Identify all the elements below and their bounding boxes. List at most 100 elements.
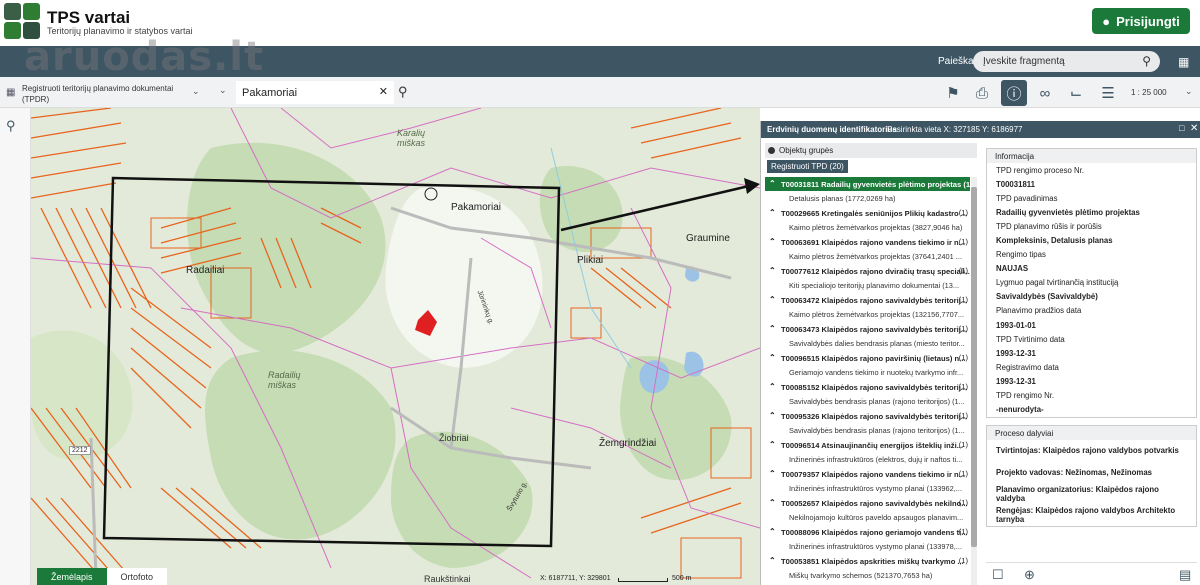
link-icon[interactable]: ∞ bbox=[1032, 80, 1058, 106]
chevron-up-icon[interactable]: ⌃ bbox=[769, 353, 776, 362]
tpd-item-subtitle[interactable]: Kiti specialiojo teritorijų planavimo do… bbox=[765, 279, 970, 292]
scale-value[interactable]: 1 : 25 000 bbox=[1131, 88, 1167, 97]
tpd-item-subtitle[interactable]: Savivaldybės bendrasis planas (rajono te… bbox=[765, 424, 970, 437]
map-graphics bbox=[31, 108, 760, 579]
chevron-up-icon[interactable]: ⌃ bbox=[769, 266, 776, 275]
tpd-list-item[interactable]: ⌃ T00063691 Klaipėdos rajono vandens tiek… bbox=[765, 235, 977, 264]
scrollbar-thumb[interactable] bbox=[971, 187, 977, 547]
search-input[interactable]: Įveskite fragmentą ⚲ bbox=[973, 51, 1160, 72]
scale-bar bbox=[618, 578, 668, 582]
tpd-item-subtitle[interactable]: Savivaldybės dalies bendrasis planas (mi… bbox=[765, 337, 970, 350]
measure-icon[interactable]: ⌙ bbox=[1063, 80, 1089, 106]
registered-tpd-button[interactable]: Registruoti TPD (20) bbox=[767, 160, 848, 173]
tpd-item-subtitle[interactable]: Kaimo plėtros žemėtvarkos projektas (376… bbox=[765, 250, 970, 263]
folder-icon[interactable]: ▤ bbox=[1179, 567, 1191, 583]
place-label: Plikiai bbox=[577, 255, 604, 266]
tpd-item-title[interactable]: ⌃ T00063473 Klaipėdos rajono savivaldybės… bbox=[765, 322, 970, 336]
layers-icon[interactable]: ☰ bbox=[1095, 80, 1121, 106]
search-icon[interactable]: ⚲ bbox=[1142, 54, 1151, 68]
info-value: 1993-01-01 bbox=[996, 320, 1036, 330]
clear-icon[interactable]: ✕ bbox=[379, 85, 388, 98]
chevron-up-icon[interactable]: ⌃ bbox=[769, 469, 776, 478]
search-map-icon[interactable]: ⚲ bbox=[6, 118, 16, 134]
zoom-in-icon[interactable]: ⊕ bbox=[1024, 567, 1035, 583]
tpd-item-title[interactable]: ⌃ T00095326 Klaipėdos rajono savivaldybės… bbox=[765, 409, 970, 423]
chevron-down-icon[interactable]: ⌄ bbox=[1185, 86, 1193, 97]
tpd-list-item[interactable]: ⌃ T00053851 Klaipėdos apskrities miškų tv… bbox=[765, 554, 977, 583]
tpd-item-subtitle[interactable]: Savivaldybės bendrasis planas (rajono te… bbox=[765, 395, 970, 408]
tpd-item-subtitle[interactable]: Inžinerinės infrastruktūros (elektros, d… bbox=[765, 453, 970, 466]
chevron-up-icon[interactable]: ⌃ bbox=[769, 237, 776, 246]
tpd-item-title[interactable]: ⌃ T00063472 Klaipėdos rajono savivaldybės… bbox=[765, 293, 970, 307]
tpd-item-title[interactable]: ⌃ T00052657 Klaipėdos rajono savivaldybės… bbox=[765, 496, 970, 510]
tpd-list-item[interactable]: ⌃ T00095326 Klaipėdos rajono savivaldybės… bbox=[765, 409, 977, 438]
tpd-item-title[interactable]: ⌃ T00079357 Klaipėdos rajono vandens tiek… bbox=[765, 467, 970, 481]
tpd-item-title[interactable]: ⌃ T00085152 Klaipėdos rajono savivaldybės… bbox=[765, 380, 970, 394]
chevron-up-icon[interactable]: ⌃ bbox=[769, 498, 776, 507]
tpd-list-item[interactable]: ⌃ T00085152 Klaipėdos rajono savivaldybės… bbox=[765, 380, 977, 409]
search-icon[interactable]: ⚲ bbox=[398, 84, 408, 100]
tpd-list-item[interactable]: ⌃ T00088096 Klaipėdos rajono geriamojo va… bbox=[765, 525, 977, 554]
tpd-item-title[interactable]: ⌃ T00088096 Klaipėdos rajono geriamojo va… bbox=[765, 525, 970, 539]
tpd-item-title[interactable]: ⌃ T00053851 Klaipėdos apskrities miškų tv… bbox=[765, 554, 970, 568]
tpd-list-item[interactable]: ⌃ T00052657 Klaipėdos rajono savivaldybės… bbox=[765, 496, 977, 525]
tpd-item-subtitle[interactable]: Geriamojo vandens tiekimo ir nuotekų tva… bbox=[765, 366, 970, 379]
tpd-item-subtitle[interactable]: Kaimo plėtros žemėtvarkos projektas (132… bbox=[765, 308, 970, 321]
tpd-item-subtitle[interactable]: Detalusis planas (1772,0269 ha) bbox=[765, 192, 970, 205]
info-label: Rengimo tipas bbox=[996, 250, 1046, 260]
tpd-item-title[interactable]: ⌃ T00031811 Radailių gyvenvietės plėtimo … bbox=[765, 177, 970, 191]
tpd-list-item[interactable]: ⌃ T00029665 Kretingalės seniūnijos Plikių… bbox=[765, 206, 977, 235]
map-canvas[interactable]: Pakamoriai Radailiai Plikiai Graumine Ži… bbox=[31, 108, 760, 585]
tpd-list-item[interactable]: ⌃ T00096514 Atsinaujinančių energijos išt… bbox=[765, 438, 977, 467]
chevron-up-icon[interactable]: ⌃ bbox=[769, 556, 776, 565]
chevron-up-icon[interactable]: ⌃ bbox=[769, 295, 776, 304]
chevron-up-icon[interactable]: ⌃ bbox=[769, 440, 776, 449]
tpd-list-item[interactable]: ⌃ T00063473 Klaipėdos rajono savivaldybės… bbox=[765, 322, 977, 351]
close-icon[interactable]: ✕ bbox=[1190, 123, 1198, 134]
info-label: Lygmuo pagal tvirtinančią instituciją bbox=[996, 278, 1119, 288]
sitemap-icon[interactable]: ▦ bbox=[1178, 55, 1190, 69]
tpd-item-subtitle[interactable]: Inžinerinės infrastruktūros vystymo plan… bbox=[765, 540, 970, 553]
maximize-icon[interactable]: □ bbox=[1179, 123, 1184, 133]
tpd-item-subtitle[interactable]: Inžinerinės infrastruktūros vystymo plan… bbox=[765, 482, 970, 495]
info-title: Informacija bbox=[987, 149, 1196, 163]
chevron-up-icon[interactable]: ⌃ bbox=[769, 411, 776, 420]
panel-header: Erdvinių duomenų identifikatorius Pasiri… bbox=[761, 121, 1200, 138]
chevron-up-icon[interactable]: ⌃ bbox=[769, 382, 776, 391]
chevron-up-icon[interactable]: ⌃ bbox=[769, 324, 776, 333]
print-icon[interactable]: ⎙ bbox=[969, 80, 995, 106]
tpd-list-item[interactable]: ⌃ T00096515 Klaipėdos rajono paviršinių (… bbox=[765, 351, 977, 380]
location-search-input[interactable]: Pakamoriai ✕ bbox=[236, 81, 394, 104]
tpd-list-item[interactable]: ⌃ T00079357 Klaipėdos rajono vandens tiek… bbox=[765, 467, 977, 496]
tab-ortofoto[interactable]: Ortofoto bbox=[106, 568, 168, 585]
chevron-down-icon[interactable]: ⌄ bbox=[219, 85, 227, 96]
process-participant: Tvirtintojas: Klaipėdos rajono valdybos … bbox=[996, 446, 1179, 456]
chevron-up-icon[interactable]: ⌃ bbox=[769, 179, 776, 188]
scrollbar[interactable] bbox=[971, 177, 977, 585]
doc-type-select[interactable]: ▦ Registruoti teritorijų planavimo dokum… bbox=[6, 81, 204, 105]
tpd-list-item[interactable]: ⌃ T00077612 Klaipėdos rajono dviračių tra… bbox=[765, 264, 977, 293]
tpd-item-title[interactable]: ⌃ T00077612 Klaipėdos rajono dviračių tra… bbox=[765, 264, 970, 278]
panel-location: Pasirinkta vieta X: 327185 Y: 6186977 bbox=[887, 125, 1023, 134]
tpd-item-title[interactable]: ⌃ T00096514 Atsinaujinančių energijos išt… bbox=[765, 438, 970, 452]
bookmark-icon[interactable]: ☐ bbox=[992, 567, 1004, 583]
tab-zemelapis[interactable]: Žemėlapis bbox=[37, 568, 107, 585]
tpd-list-item[interactable]: ⌃ T00031811 Radailių gyvenvietės plėtimo … bbox=[765, 177, 977, 206]
info-value: 1993-12-31 bbox=[996, 376, 1036, 386]
tpd-item-subtitle[interactable]: Kaimo plėtros žemėtvarkos projektas (382… bbox=[765, 221, 970, 234]
chevron-up-icon[interactable]: ⌃ bbox=[769, 208, 776, 217]
tpd-list-item[interactable]: ⌃ T00063472 Klaipėdos rajono savivaldybės… bbox=[765, 293, 977, 322]
radio-icon bbox=[768, 147, 775, 154]
tpd-item-subtitle[interactable]: Nekilnojamojo kultūros paveldo apsaugos … bbox=[765, 511, 970, 524]
tpd-item-subtitle[interactable]: Miškų tvarkymo schemos (521370,7653 ha) bbox=[765, 569, 970, 582]
group-header-label: Objektų grupės bbox=[779, 146, 834, 155]
tpd-item-title[interactable]: ⌃ T00063691 Klaipėdos rajono vandens tiek… bbox=[765, 235, 970, 249]
search-label: Paieška bbox=[938, 56, 974, 67]
chevron-up-icon[interactable]: ⌃ bbox=[769, 527, 776, 536]
object-groups-header[interactable]: Objektų grupės bbox=[765, 143, 977, 158]
login-button[interactable]: ● Prisijungti bbox=[1092, 8, 1190, 34]
info-icon[interactable]: ⓘ bbox=[1001, 80, 1027, 106]
tpd-item-title[interactable]: ⌃ T00029665 Kretingalės seniūnijos Plikių… bbox=[765, 206, 970, 220]
tpd-item-title[interactable]: ⌃ T00096515 Klaipėdos rajono paviršinių (… bbox=[765, 351, 970, 365]
bookmark-map-icon[interactable]: ⚑ bbox=[940, 80, 966, 106]
